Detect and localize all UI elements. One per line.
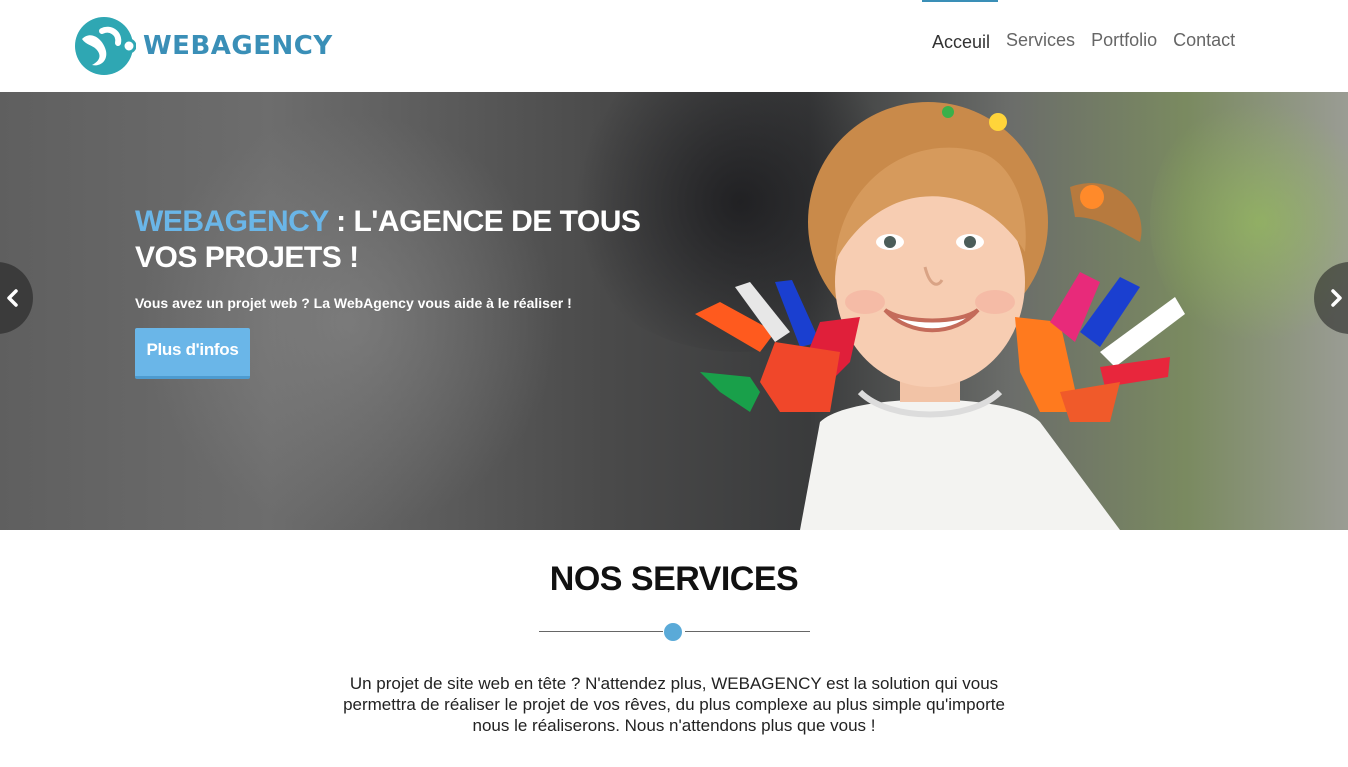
services-description: Un projet de site web en tête ? N'attend… bbox=[343, 674, 1005, 735]
services-title: NOS SERVICES bbox=[549, 560, 799, 598]
hero-title: WEBAGENCY : L'AGENCE DE TOUS VOS PROJETS… bbox=[135, 204, 655, 276]
hero-slider: WEBAGENCY : L'AGENCE DE TOUS VOS PROJETS… bbox=[0, 92, 1348, 530]
divider-line bbox=[685, 631, 810, 632]
logo-icon bbox=[75, 17, 136, 75]
hero-image bbox=[695, 102, 1185, 530]
logo-text: WEBAGENCY bbox=[143, 31, 333, 61]
main-nav: Acceuil Services Portfolio Contact bbox=[920, 0, 1243, 92]
nav-item-services[interactable]: Services bbox=[998, 0, 1083, 92]
nav-item-contact[interactable]: Contact bbox=[1165, 0, 1243, 92]
divider-line bbox=[539, 631, 663, 632]
chevron-right-icon bbox=[1331, 289, 1342, 307]
slider-prev-button[interactable] bbox=[0, 262, 33, 334]
logo[interactable]: WEBAGENCY bbox=[74, 14, 344, 78]
hero-background-blur bbox=[140, 112, 560, 530]
section-divider bbox=[539, 622, 810, 642]
divider-dot bbox=[664, 623, 682, 641]
hero-title-accent: WEBAGENCY bbox=[135, 205, 329, 238]
nav-item-portfolio[interactable]: Portfolio bbox=[1083, 0, 1165, 92]
site-header: WEBAGENCY Acceuil Services Portfolio Con… bbox=[0, 0, 1348, 92]
chevron-left-icon bbox=[7, 289, 18, 307]
more-info-button[interactable]: Plus d'infos bbox=[135, 328, 250, 379]
hero-subtitle: Vous avez un projet web ? La WebAgency v… bbox=[135, 295, 572, 311]
nav-item-acceuil[interactable]: Acceuil bbox=[920, 0, 999, 92]
